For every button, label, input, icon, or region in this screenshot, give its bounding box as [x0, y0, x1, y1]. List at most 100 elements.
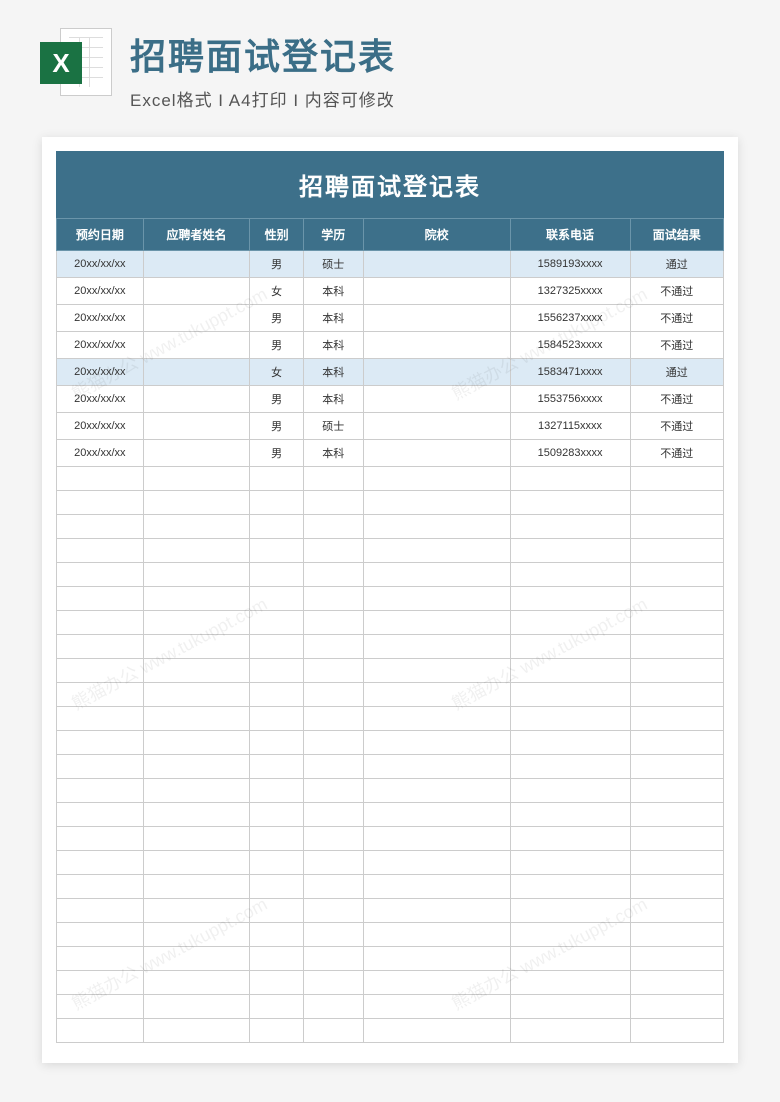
cell-name [143, 332, 250, 359]
cell-empty [630, 947, 723, 971]
cell-phone: 1327325xxxx [510, 278, 630, 305]
cell-empty [143, 851, 250, 875]
cell-empty [510, 875, 630, 899]
cell-empty [510, 851, 630, 875]
table-row-empty [57, 971, 724, 995]
cell-empty [363, 899, 510, 923]
table-row: 20xx/xx/xx女本科1327325xxxx不通过 [57, 278, 724, 305]
cell-empty [510, 539, 630, 563]
cell-empty [510, 947, 630, 971]
cell-empty [630, 803, 723, 827]
cell-empty [143, 1019, 250, 1043]
excel-badge-letter: X [40, 42, 82, 84]
sheet-title: 招聘面试登记表 [56, 151, 724, 218]
cell-empty [363, 1019, 510, 1043]
excel-icon: X [40, 28, 112, 100]
cell-empty [250, 563, 303, 587]
cell-empty [57, 659, 144, 683]
table-row-empty [57, 899, 724, 923]
cell-empty [510, 779, 630, 803]
cell-empty [363, 467, 510, 491]
cell-empty [250, 611, 303, 635]
table-body: 20xx/xx/xx男硕士1589193xxxx通过20xx/xx/xx女本科1… [57, 251, 724, 1043]
cell-edu: 本科 [303, 278, 363, 305]
cell-empty [57, 971, 144, 995]
table-row-empty [57, 851, 724, 875]
table-row-empty [57, 467, 724, 491]
cell-empty [143, 827, 250, 851]
cell-empty [510, 971, 630, 995]
table-row: 20xx/xx/xx男硕士1327115xxxx不通过 [57, 413, 724, 440]
cell-empty [510, 923, 630, 947]
cell-empty [363, 755, 510, 779]
cell-edu: 本科 [303, 332, 363, 359]
cell-phone: 1509283xxxx [510, 440, 630, 467]
cell-empty [363, 971, 510, 995]
cell-empty [363, 779, 510, 803]
cell-edu: 硕士 [303, 251, 363, 278]
cell-empty [143, 683, 250, 707]
table-row: 20xx/xx/xx男本科1584523xxxx不通过 [57, 332, 724, 359]
cell-phone: 1556237xxxx [510, 305, 630, 332]
table-row-empty [57, 827, 724, 851]
cell-empty [250, 851, 303, 875]
cell-empty [510, 659, 630, 683]
cell-empty [630, 899, 723, 923]
cell-empty [143, 731, 250, 755]
cell-empty [303, 731, 363, 755]
cell-empty [250, 1019, 303, 1043]
cell-empty [303, 683, 363, 707]
cell-empty [57, 707, 144, 731]
cell-empty [630, 971, 723, 995]
cell-empty [143, 971, 250, 995]
cell-name [143, 305, 250, 332]
cell-date: 20xx/xx/xx [57, 359, 144, 386]
cell-empty [303, 971, 363, 995]
table-row-empty [57, 1019, 724, 1043]
cell-empty [630, 1019, 723, 1043]
cell-empty [303, 587, 363, 611]
cell-result: 不通过 [630, 278, 723, 305]
cell-empty [57, 539, 144, 563]
cell-empty [363, 515, 510, 539]
cell-empty [510, 755, 630, 779]
cell-gender: 女 [250, 278, 303, 305]
cell-empty [57, 779, 144, 803]
cell-phone: 1589193xxxx [510, 251, 630, 278]
cell-name [143, 251, 250, 278]
cell-empty [57, 851, 144, 875]
cell-empty [57, 803, 144, 827]
cell-empty [630, 563, 723, 587]
table-row-empty [57, 755, 724, 779]
cell-empty [57, 467, 144, 491]
cell-empty [250, 635, 303, 659]
cell-date: 20xx/xx/xx [57, 413, 144, 440]
cell-empty [630, 611, 723, 635]
cell-empty [250, 803, 303, 827]
cell-empty [57, 755, 144, 779]
cell-edu: 本科 [303, 386, 363, 413]
cell-empty [303, 779, 363, 803]
cell-phone: 1327115xxxx [510, 413, 630, 440]
cell-empty [303, 755, 363, 779]
cell-empty [363, 707, 510, 731]
cell-empty [250, 947, 303, 971]
cell-empty [363, 539, 510, 563]
cell-result: 不通过 [630, 386, 723, 413]
cell-empty [250, 923, 303, 947]
cell-empty [303, 875, 363, 899]
cell-empty [303, 851, 363, 875]
table-row-empty [57, 995, 724, 1019]
cell-empty [250, 731, 303, 755]
cell-empty [303, 539, 363, 563]
cell-empty [250, 587, 303, 611]
cell-empty [303, 515, 363, 539]
cell-empty [630, 635, 723, 659]
cell-empty [363, 611, 510, 635]
cell-empty [630, 659, 723, 683]
cell-empty [143, 563, 250, 587]
page-title: 招聘面试登记表 [130, 28, 740, 80]
cell-school [363, 440, 510, 467]
table-header-row: 预约日期 应聘者姓名 性别 学历 院校 联系电话 面试结果 [57, 219, 724, 251]
table-row-empty [57, 563, 724, 587]
